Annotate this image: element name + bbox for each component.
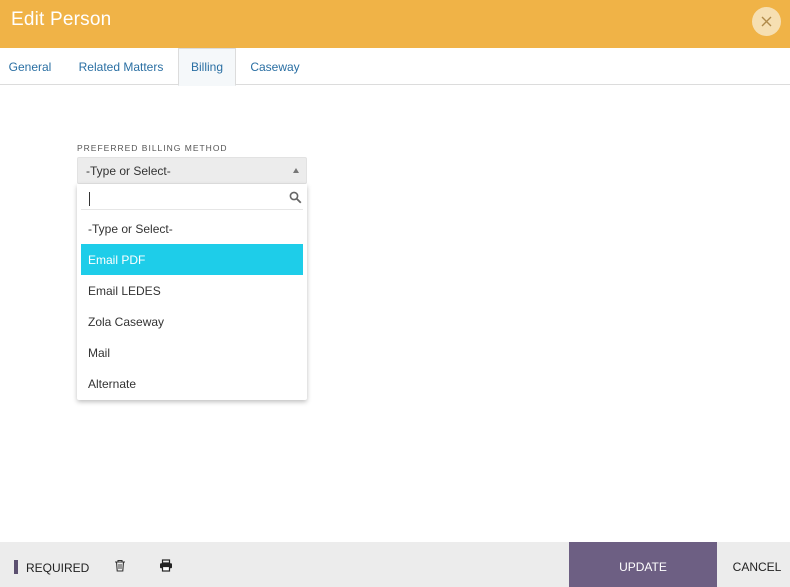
billing-method-dropdown: -Type or Select- Email PDF Email LEDES Z…: [77, 184, 307, 400]
dropdown-search: [81, 186, 303, 210]
dialog-title: Edit Person: [11, 9, 112, 30]
close-icon: [761, 16, 772, 27]
tab-general[interactable]: General: [0, 48, 60, 85]
dialog-header: Edit Person: [0, 0, 790, 48]
tab-billing[interactable]: Billing: [178, 48, 236, 86]
update-button[interactable]: UPDATE: [569, 542, 717, 587]
close-button[interactable]: [752, 7, 781, 36]
tab-bar: General Related Matters Billing Caseway: [0, 48, 790, 86]
trash-icon[interactable]: [114, 559, 126, 572]
dropdown-option[interactable]: Mail: [81, 337, 303, 368]
dropdown-option[interactable]: -Type or Select-: [81, 213, 303, 244]
billing-method-select[interactable]: -Type or Select-: [77, 157, 307, 184]
dropdown-option[interactable]: Alternate: [81, 368, 303, 399]
cancel-button[interactable]: CANCEL: [727, 542, 787, 587]
required-indicator: [14, 560, 18, 574]
search-icon: [289, 191, 302, 204]
dropdown-option[interactable]: Email LEDES: [81, 275, 303, 306]
dialog-footer: REQUIRED UPDATE CANCEL: [0, 542, 790, 587]
required-label: REQUIRED: [26, 561, 90, 575]
printer-icon[interactable]: [159, 559, 173, 572]
chevron-up-icon: [293, 168, 299, 173]
select-value: -Type or Select-: [86, 163, 171, 178]
dropdown-option-highlighted[interactable]: Email PDF: [81, 244, 303, 275]
tab-related-matters[interactable]: Related Matters: [66, 48, 176, 85]
billing-method-label: PREFERRED BILLING METHOD: [77, 143, 228, 153]
dropdown-option[interactable]: Zola Caseway: [81, 306, 303, 337]
dropdown-search-input[interactable]: [85, 189, 275, 207]
tab-caseway[interactable]: Caseway: [240, 48, 310, 85]
